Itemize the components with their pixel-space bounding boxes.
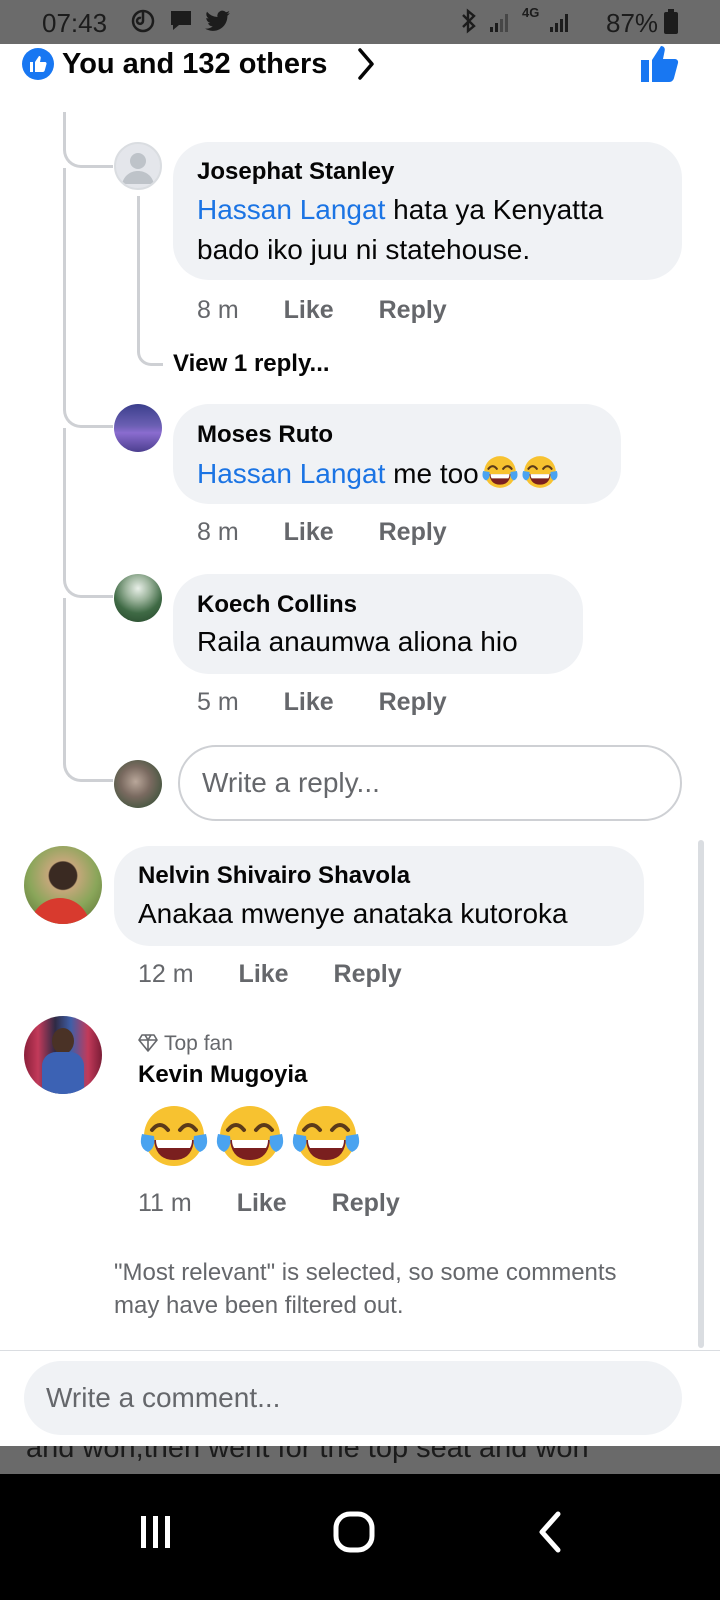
like-action[interactable]: Like [239,960,289,988]
top-fan-badge: Top fan [138,1032,233,1056]
filter-notice: "Most relevant" is selected, so some com… [114,1259,617,1319]
background-text: and won,then went for the top seat and w… [26,1446,589,1464]
view-replies-link[interactable]: View 1 reply... [173,350,330,378]
message-icon [168,8,194,40]
reply-input[interactable] [180,747,680,819]
like-reaction-icon [22,48,54,80]
thread-line [63,598,113,782]
top-fan-label: Top fan [164,1032,233,1055]
comment-author[interactable]: Moses Ruto [197,421,333,449]
comment-text-line: me too [385,458,479,489]
thread-line [137,196,163,366]
comment-text: Anakaa mwenye anataka kutoroka [138,898,568,929]
like-action[interactable]: Like [284,688,334,716]
chevron-right-icon[interactable] [356,46,378,87]
comment-time: 8 m [197,518,239,546]
bluetooth-icon [458,8,480,40]
comment-text: Raila anaumwa aliona hio [197,626,518,657]
comment-meta: 8 m Like Reply [197,518,447,547]
emoji-comment [138,1100,366,1172]
system-nav-bar [0,1474,720,1600]
avatar-lavender[interactable] [114,404,162,452]
reply-action[interactable]: Reply [379,688,447,716]
comment-meta: 12 m Like Reply [138,960,402,989]
tears-of-joy-icon [214,1100,286,1172]
tears-of-joy-icon [138,1100,210,1172]
comment-author[interactable]: Josephat Stanley [197,158,394,186]
comment-text: Hassan Langat me too [197,453,559,494]
comment-time: 8 m [197,296,239,324]
signal-icon-2 [550,12,572,32]
reply-action[interactable]: Reply [379,296,447,324]
reply-input-box[interactable] [178,745,682,821]
like-action[interactable]: Like [284,296,334,324]
comment-text-line2: bado iko juu ni statehouse. [197,234,531,265]
scrollbar[interactable] [698,840,704,1348]
mention-link[interactable]: Hassan Langat [197,458,385,489]
mention-link[interactable]: Hassan Langat [197,194,385,225]
like-action[interactable]: Like [237,1189,287,1217]
comment-meta: 8 m Like Reply [197,296,447,325]
background-post-text: and won,then went for the top seat and w… [0,1446,720,1474]
reply-action[interactable]: Reply [334,960,402,988]
comment-meta: 11 m Like Reply [138,1189,400,1218]
comment-input-box[interactable] [24,1361,682,1435]
like-action[interactable]: Like [284,518,334,546]
network-type-label: 4G [522,5,540,20]
recent-apps-icon[interactable] [126,1502,186,1562]
reply-action[interactable]: Reply [379,518,447,546]
battery-percent: 87% [606,8,659,38]
comment-input[interactable] [24,1361,682,1435]
diamond-icon [138,1034,158,1052]
avatar-garden[interactable] [114,574,162,622]
comment-time: 11 m [138,1189,192,1217]
back-icon[interactable] [522,1502,582,1562]
status-time: 07:43 [42,8,108,38]
current-user-avatar [114,760,162,808]
comment-time: 12 m [138,960,194,988]
thread-line [63,428,113,598]
avatar-kevin[interactable] [24,1016,102,1094]
twitter-icon [204,8,232,40]
tears-of-joy-icon [290,1100,362,1172]
reactions-header[interactable]: You and 132 others [0,44,720,110]
comment-author[interactable]: Kevin Mugoyia [138,1061,307,1089]
comment-composer [0,1350,720,1446]
music-app-icon [130,8,156,40]
signal-icon [490,12,512,32]
reply-action[interactable]: Reply [332,1189,400,1217]
comment-author[interactable]: Koech Collins [197,591,357,619]
thread-line [63,112,113,168]
status-bar: 07:43 4G 87% [0,0,720,44]
comment-text: Hassan Langat hata ya Kenyatta [197,190,603,230]
battery-icon [664,9,678,34]
avatar-nelvin[interactable] [24,846,102,924]
reactions-summary[interactable]: You and 132 others [62,48,327,81]
tears-of-joy-icon [481,453,519,491]
comment-author[interactable]: Nelvin Shivairo Shavola [138,862,410,890]
avatar-default[interactable] [114,142,162,190]
tears-of-joy-icon [521,453,559,491]
comment-meta: 5 m Like Reply [197,688,447,717]
home-icon[interactable] [324,1502,384,1562]
like-button-icon[interactable] [640,44,680,89]
comment-text-line: hata ya Kenyatta [385,194,604,225]
comment-time: 5 m [197,688,239,716]
thread-line [63,168,113,428]
